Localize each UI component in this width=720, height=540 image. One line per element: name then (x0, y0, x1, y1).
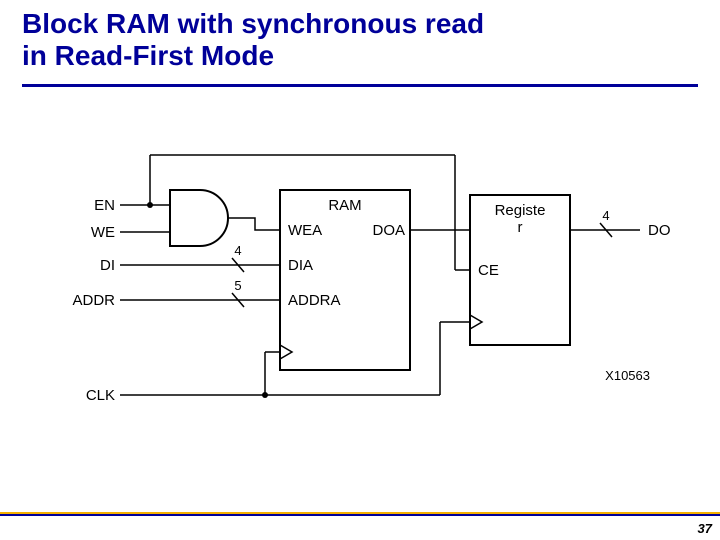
input-clk: CLK (86, 387, 115, 404)
ram-port-wea: WEA (288, 222, 322, 239)
footer-rule (0, 512, 720, 516)
register-label-line2: r (518, 219, 523, 236)
title-rule (22, 84, 698, 87)
bus-width-addr: 5 (234, 278, 241, 293)
input-addr: ADDR (72, 292, 115, 309)
ram-block (280, 190, 410, 370)
output-do: DO (648, 222, 671, 239)
bus-width-do: 4 (602, 208, 609, 223)
ram-label: RAM (328, 197, 361, 214)
en-junction-dot-icon (147, 202, 153, 208)
title-line-1: Block RAM with synchronous read (22, 8, 484, 39)
bus-width-di: 4 (234, 243, 241, 258)
figure-id: X10563 (605, 368, 650, 383)
ram-port-doa: DOA (372, 222, 405, 239)
diagram-container: RAM WEA DOA DIA ADDRA Registe r CE EN WE… (0, 100, 720, 470)
ram-port-dia: DIA (288, 257, 313, 274)
input-di: DI (100, 257, 115, 274)
title-line-2: in Read-First Mode (22, 40, 274, 71)
clk-junction-dot-icon (262, 392, 268, 398)
wire-and-to-wea (228, 218, 280, 230)
register-label-line1: Registe (495, 202, 546, 219)
input-en: EN (94, 197, 115, 214)
page-number: 37 (698, 521, 712, 536)
register-port-ce: CE (478, 262, 499, 279)
input-we: WE (91, 224, 115, 241)
ram-port-addra: ADDRA (288, 292, 341, 309)
circuit-diagram: RAM WEA DOA DIA ADDRA Registe r CE EN WE… (0, 100, 720, 470)
slide-root: Block RAM with synchronous read in Read-… (0, 0, 720, 540)
and-gate-icon (170, 190, 228, 246)
page-title: Block RAM with synchronous read in Read-… (22, 8, 484, 72)
